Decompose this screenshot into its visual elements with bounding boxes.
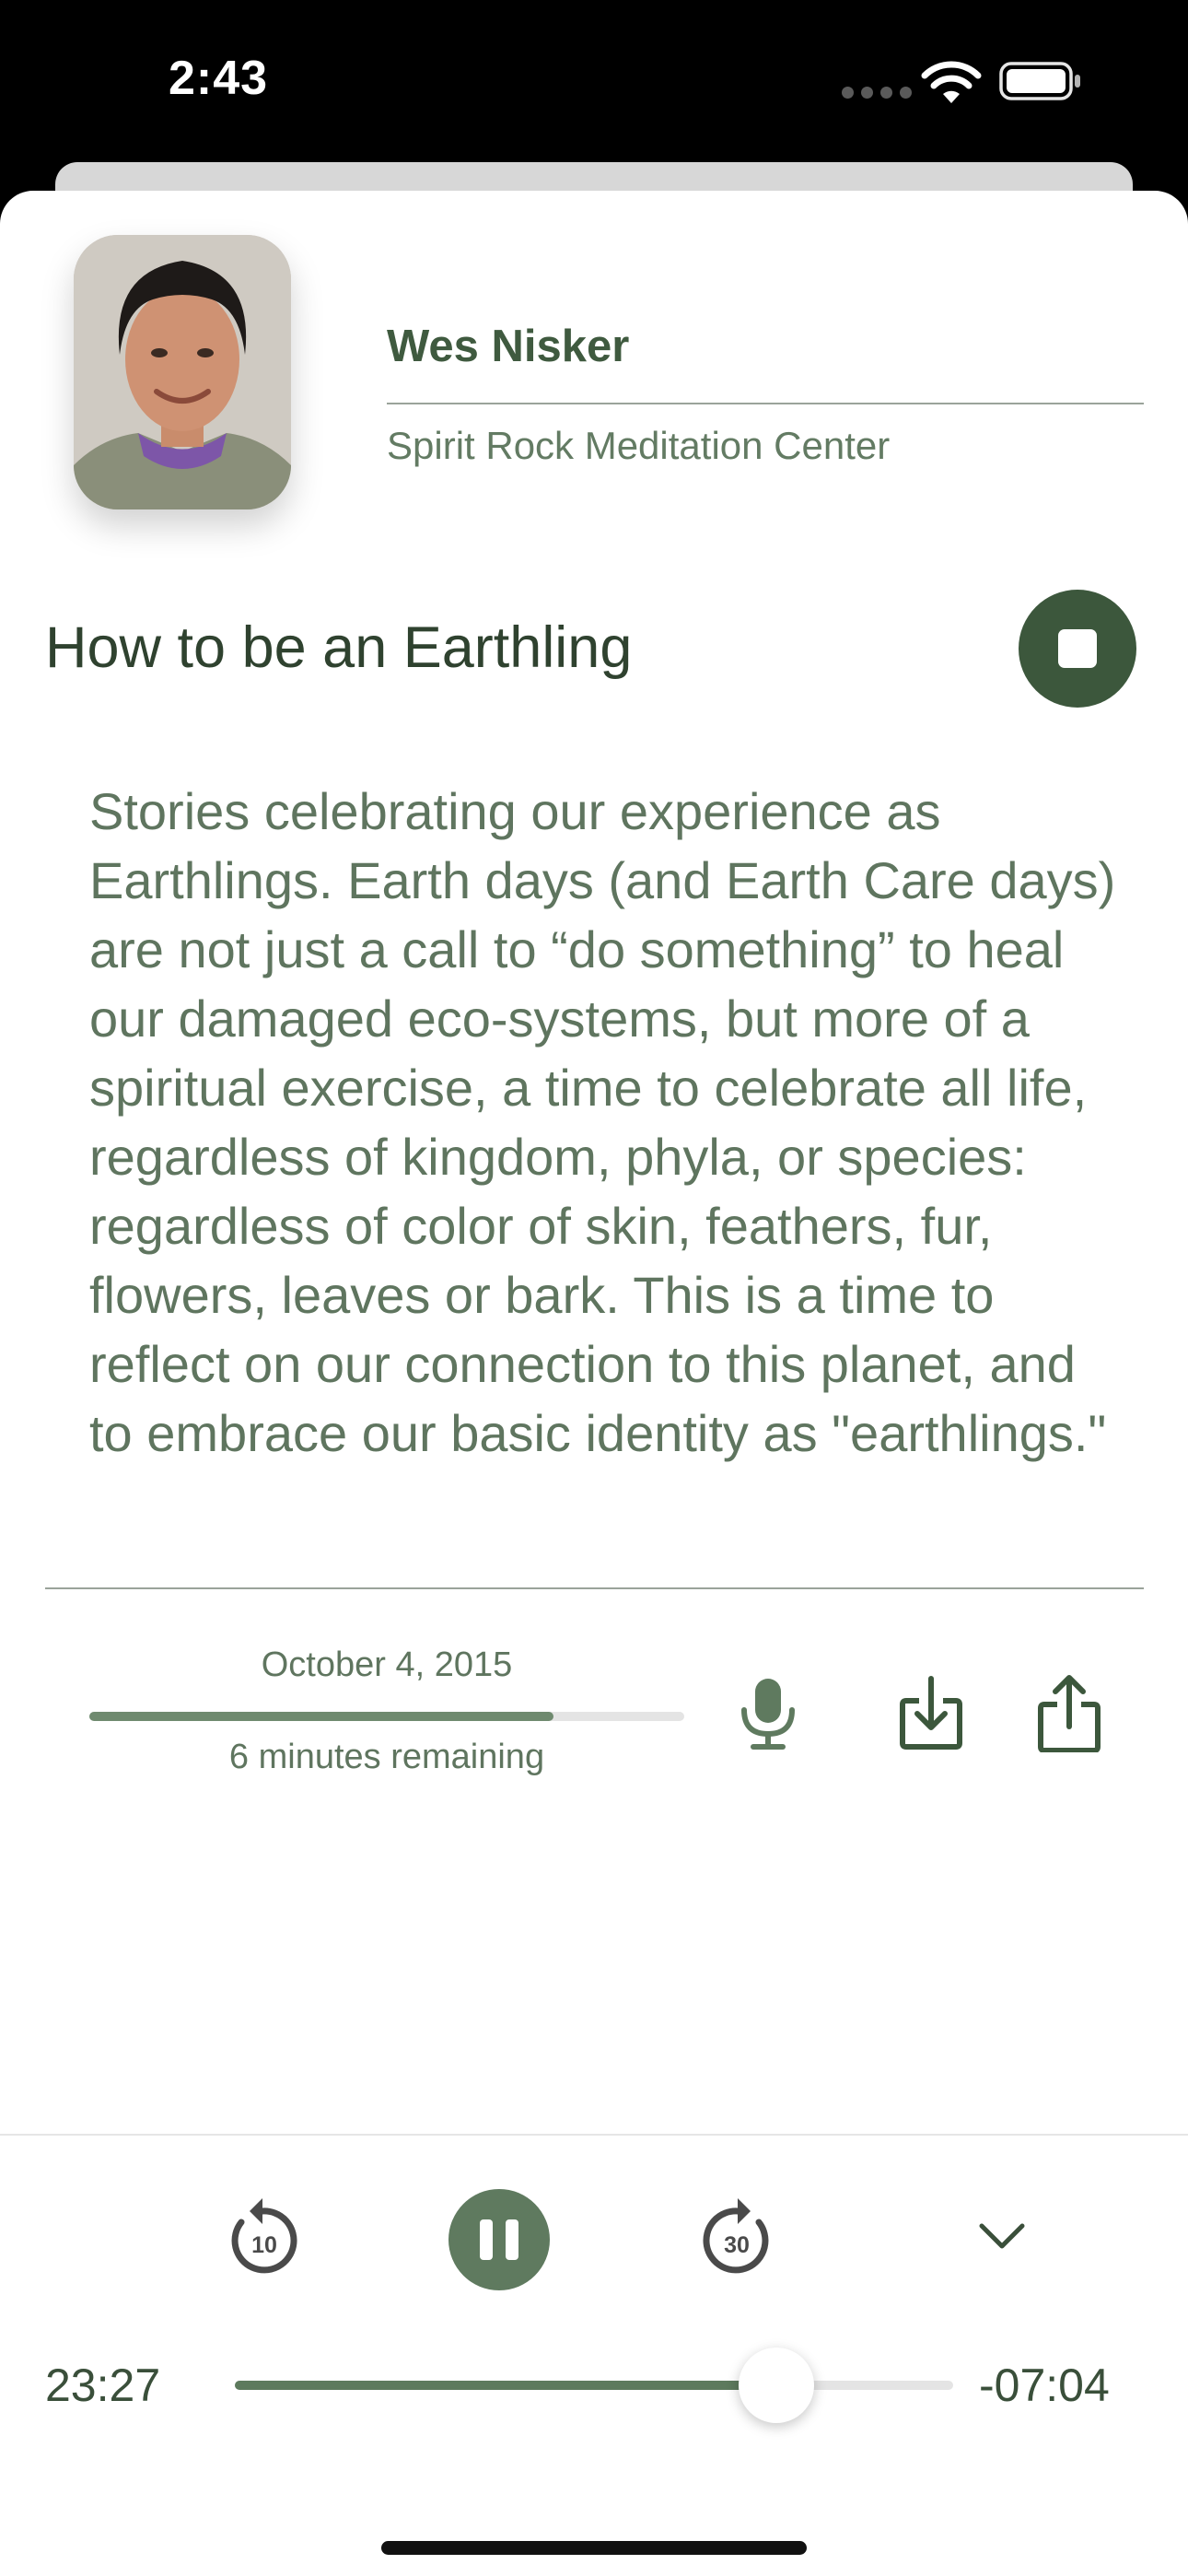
pause-button[interactable] (448, 2189, 550, 2290)
talk-title: How to be an Earthling (45, 615, 633, 680)
teacher-avatar[interactable] (74, 235, 291, 509)
stop-icon (1058, 629, 1097, 668)
remaining-time: -07:04 (979, 2359, 1110, 2411)
pause-icon-bar (506, 2219, 518, 2260)
talk-description: Stories celebrating our experience as Ea… (89, 782, 1116, 1462)
rewind-seconds-label: 10 (251, 2232, 277, 2258)
listen-progress-bar (89, 1712, 684, 1721)
chevron-down-icon[interactable] (978, 2220, 1026, 2252)
playback-scrubber-fill (235, 2381, 777, 2390)
rewind-10-button[interactable]: 10 (221, 2191, 304, 2276)
cellular-signal-icon (842, 87, 912, 99)
microphone-icon[interactable] (737, 1677, 799, 1751)
divider (387, 403, 1144, 404)
time-remaining-label: 6 minutes remaining (228, 1738, 545, 1776)
status-bar: 2:43 (0, 0, 1188, 166)
share-icon[interactable] (1037, 1673, 1101, 1752)
divider (45, 1587, 1144, 1589)
status-time: 2:43 (169, 52, 269, 105)
pause-icon (480, 2219, 493, 2260)
player-divider (0, 2134, 1188, 2136)
center-name: Spirit Rock Meditation Center (387, 424, 891, 467)
home-indicator[interactable] (381, 2541, 807, 2555)
talk-date: October 4, 2015 (261, 1645, 513, 1684)
listen-progress-fill (89, 1712, 553, 1721)
wifi-icon (921, 61, 982, 103)
teacher-name[interactable]: Wes Nisker (387, 321, 629, 372)
download-icon[interactable] (899, 1675, 963, 1751)
stop-button[interactable] (1019, 590, 1136, 708)
forward-seconds-label: 30 (724, 2232, 750, 2258)
forward-30-button[interactable]: 30 (696, 2191, 779, 2276)
battery-icon (999, 62, 1080, 100)
elapsed-time: 23:27 (45, 2359, 161, 2411)
playback-scrubber[interactable] (235, 2381, 953, 2390)
scrubber-handle[interactable] (739, 2348, 815, 2423)
teacher-photo (74, 235, 291, 509)
